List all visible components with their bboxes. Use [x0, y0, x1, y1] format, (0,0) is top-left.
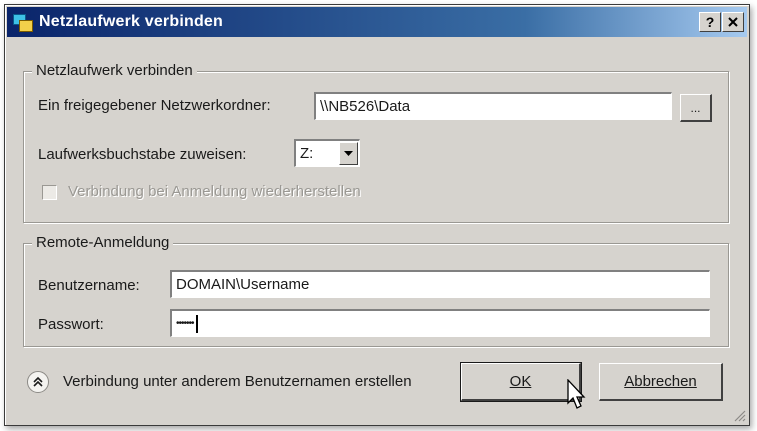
folder-input[interactable]: \\NB526\Data — [314, 92, 672, 120]
remote-login-legend: Remote-Anmeldung — [32, 234, 174, 251]
username-input[interactable]: DOMAIN\Username — [170, 270, 710, 298]
chevron-down-icon[interactable] — [339, 142, 358, 165]
other-user-link[interactable]: Verbindung unter anderem Benutzernamen e… — [63, 373, 412, 390]
password-value: ••••••• — [176, 318, 194, 329]
mouse-cursor-icon — [567, 379, 586, 409]
dialog-window: Netzlaufwerk verbinden ? Netzlaufwerk ve… — [4, 4, 750, 426]
reconnect-label: Verbindung bei Anmeldung wiederherstelle… — [68, 183, 361, 200]
window-title: Netzlaufwerk verbinden — [39, 13, 224, 30]
help-button[interactable]: ? — [699, 12, 721, 32]
username-value: DOMAIN\Username — [176, 276, 310, 293]
ok-button[interactable]: OK — [460, 362, 582, 402]
folder-label: Ein freigegebener Netzwerkordner: — [38, 97, 271, 114]
reconnect-checkbox[interactable] — [42, 185, 57, 200]
remote-login-group: Remote-Anmeldung Benutzername: DOMAIN\Us… — [23, 234, 729, 347]
password-input[interactable]: ••••••• — [170, 309, 710, 337]
password-label: Passwort: — [38, 316, 104, 333]
drive-letter-label: Laufwerksbuchstabe zuweisen: — [38, 146, 247, 163]
text-caret — [195, 314, 198, 333]
close-icon — [728, 17, 738, 27]
connect-group-legend: Netzlaufwerk verbinden — [32, 62, 197, 79]
resize-grip-icon[interactable] — [732, 408, 746, 422]
folder-value: \\NB526\Data — [320, 98, 411, 115]
cancel-button[interactable]: Abbrechen — [599, 363, 723, 401]
title-bar[interactable]: Netzlaufwerk verbinden ? — [7, 7, 747, 37]
drive-letter-select[interactable]: Z: — [294, 139, 360, 167]
browse-button[interactable]: ... — [680, 94, 712, 122]
connect-group: Netzlaufwerk verbinden Ein freigegebener… — [23, 62, 729, 223]
drive-letter-value: Z: — [300, 145, 314, 162]
double-chevron-up-icon[interactable] — [27, 371, 49, 393]
close-button[interactable] — [722, 12, 744, 32]
network-drive-icon — [13, 12, 33, 32]
username-label: Benutzername: — [38, 277, 140, 294]
